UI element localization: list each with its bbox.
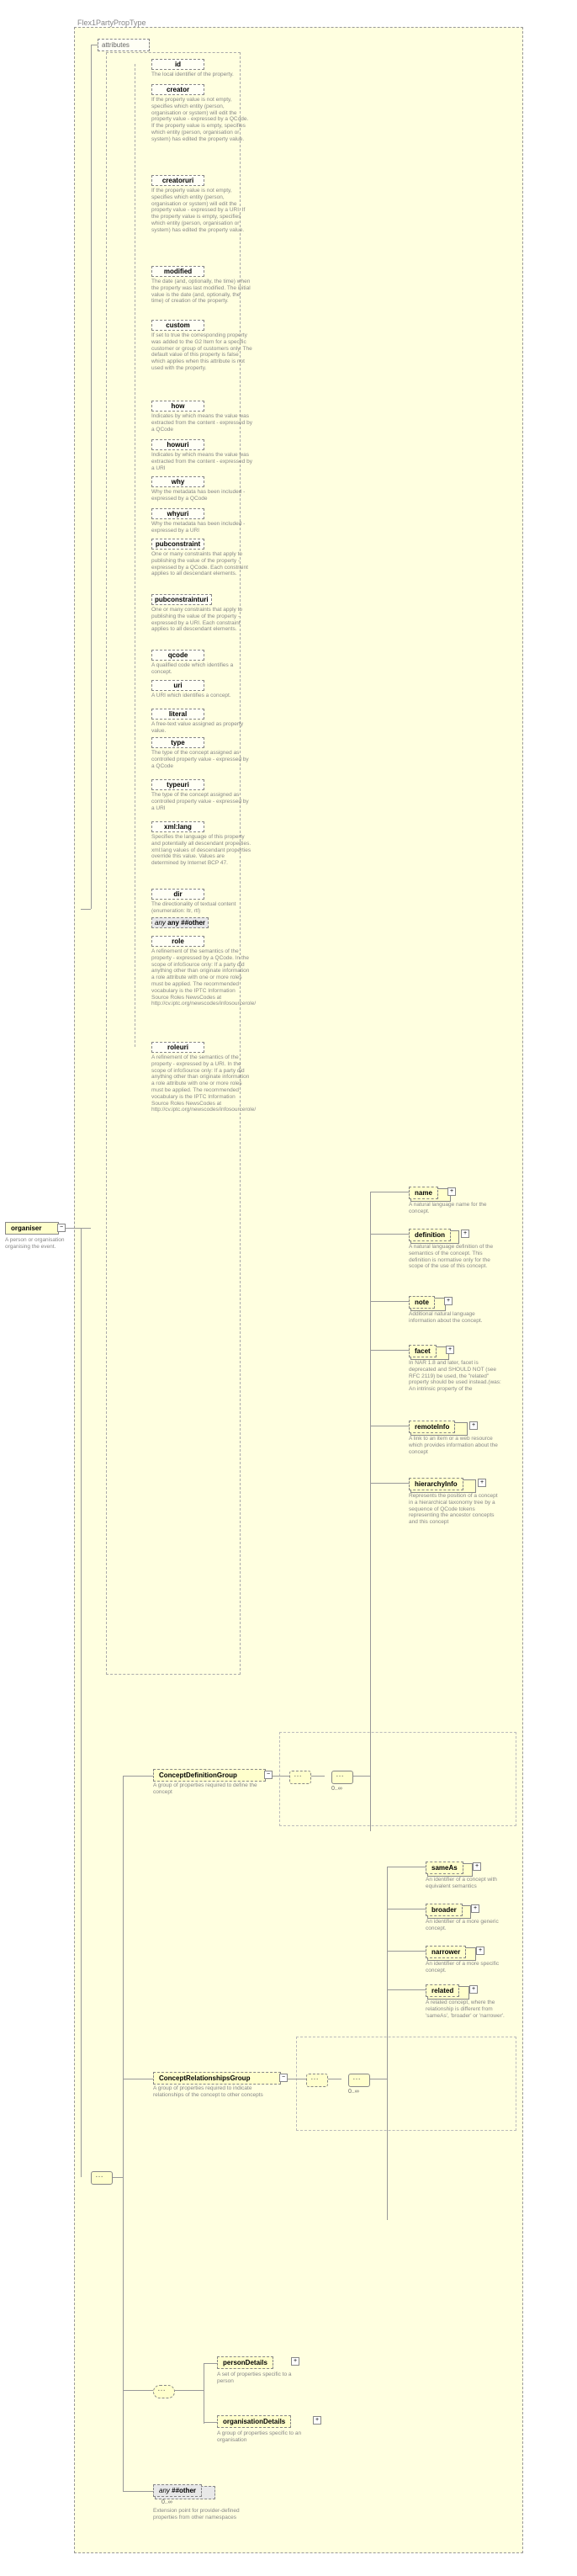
attr-literal: literalA free-text value assigned as pro… [151, 709, 252, 735]
element-note: note [409, 1296, 435, 1309]
element-any-other: any ##other [153, 2484, 202, 2497]
attr-type: typeThe type of the concept assigned as … [151, 737, 252, 769]
attr-typeuri: typeuriThe type of the concept assigned … [151, 779, 252, 811]
expand-icon[interactable]: + [476, 1947, 484, 1955]
element-organiser: organiser [5, 1222, 59, 1235]
expand-icon[interactable]: + [471, 1904, 479, 1913]
attr-modified: modifiedThe date (and, optionally, the t… [151, 266, 252, 305]
element-label: organiser [11, 1224, 41, 1232]
def-name-desc: A natural language name for the concept. [409, 1202, 501, 1215]
attr-xmllang: xml:langSpecifies the language of this p… [151, 821, 252, 867]
rel-group-container [296, 2037, 516, 2131]
cardinality: 0..∞ [331, 1786, 342, 1792]
attr-dir: dirThe directionality of textual content… [151, 889, 252, 915]
choice-connector [153, 2385, 175, 2398]
rel-related-desc: A related concept, where the relationshi… [426, 2000, 510, 2019]
attributes-label: attributes [102, 41, 130, 49]
group-concept-definition: ConceptDefinitionGroup [153, 1769, 266, 1782]
group-concept-relationships: ConceptRelationshipsGroup [153, 2072, 281, 2085]
def-group-container [279, 1732, 516, 1826]
sequence-connector [306, 2074, 328, 2087]
attr-whyuri: whyuriWhy the metadata has been included… [151, 508, 252, 534]
attributes-header: attributes [98, 39, 150, 51]
collapse-icon[interactable]: − [264, 1771, 273, 1779]
collapse-icon[interactable]: − [279, 2074, 288, 2082]
rel-broader-desc: An identifier of a more generic concept. [426, 1919, 510, 1932]
element-facet: facet [409, 1345, 437, 1357]
sequence-connector [289, 1771, 311, 1784]
attr-how: howIndicates by which means the value wa… [151, 401, 252, 433]
person-details-desc: A set of properties specific to a person [217, 2372, 310, 2385]
attr-howuri: howuriIndicates by which means the value… [151, 439, 252, 471]
def-remoteinfo-desc: A link to an item or a web resource whic… [409, 1436, 501, 1455]
org-details-desc: A group of properties specific to an org… [217, 2430, 318, 2444]
group-rel-desc: A group of properties required to indica… [153, 2085, 278, 2099]
attr-role: roleA refinement of the semantics of the… [151, 936, 252, 1007]
attr-pubconstraint: pubconstraintOne or many constraints tha… [151, 539, 252, 577]
cardinality: 0..∞ [161, 2499, 172, 2505]
element-broader: broader [426, 1904, 463, 1916]
expand-icon[interactable]: + [444, 1297, 453, 1305]
element-related: related [426, 1984, 459, 1997]
element-definition: definition [409, 1229, 451, 1241]
ext-desc: Extension point for provider-defined pro… [153, 2508, 246, 2521]
attr-creator: creatorIf the property value is not empt… [151, 84, 252, 143]
def-hierarchy-desc: Represents the position of a concept in … [409, 1493, 501, 1526]
expand-icon[interactable]: + [313, 2416, 321, 2425]
sequence-connector [348, 2074, 370, 2087]
rel-sameas-desc: An identifier of a concept with equivale… [426, 1877, 510, 1890]
attr-roleuri: roleuriA refinement of the semantics of … [151, 1042, 252, 1113]
attr-qcode: qcodeA qualified code which identifies a… [151, 650, 252, 676]
attr-uri: uriA URI which identifies a concept. [151, 680, 252, 699]
element-name: name [409, 1187, 438, 1199]
def-definition-desc: A natural language definition of the sem… [409, 1244, 501, 1270]
element-hierarchyinfo: hierarchyInfo [409, 1478, 463, 1490]
expand-icon[interactable]: + [461, 1230, 469, 1238]
diagram-canvas: organiser − A person or organisation org… [0, 0, 577, 2576]
element-narrower: narrower [426, 1946, 466, 1958]
attr-why: whyWhy the metadata has been included - … [151, 476, 252, 502]
attr-creatoruri: creatoruriIf the property value is not e… [151, 175, 252, 234]
expand-icon[interactable]: + [473, 1862, 481, 1871]
expand-icon[interactable]: + [291, 2357, 299, 2366]
expand-icon[interactable]: + [469, 1421, 478, 1430]
def-facet-desc: In NAR 1.8 and later, facet is deprecate… [409, 1360, 501, 1393]
expand-icon[interactable]: + [447, 1187, 456, 1196]
attr-any-other: any any ##other [151, 917, 252, 928]
expand-icon[interactable]: + [469, 1985, 478, 1994]
expand-icon[interactable]: + [478, 1479, 486, 1487]
expand-icon[interactable]: + [446, 1346, 454, 1354]
root-desc: A person or organisation organising the … [5, 1237, 71, 1251]
attr-id: idThe local identifier of the property. [151, 59, 252, 78]
sequence-connector [91, 2171, 113, 2185]
sequence-connector [331, 1771, 353, 1784]
cardinality: 0..∞ [348, 2089, 359, 2095]
element-person-details: personDetails [217, 2356, 273, 2369]
attr-pubconstrainturi: pubconstrainturiOne or many constraints … [151, 594, 252, 633]
collapse-icon[interactable]: − [57, 1224, 66, 1232]
def-note-desc: Additional natural language information … [409, 1311, 501, 1325]
element-remoteinfo: remoteInfo [409, 1421, 455, 1433]
group-def-desc: A group of properties required to define… [153, 1782, 262, 1796]
element-sameas: sameAs [426, 1862, 463, 1874]
element-org-details: organisationDetails [217, 2415, 291, 2428]
rel-narrower-desc: An identifier of a more specific concept… [426, 1961, 510, 1974]
attr-custom: customIf set to true the corresponding p… [151, 320, 252, 372]
type-name: Flex1PartyPropType [77, 19, 146, 27]
